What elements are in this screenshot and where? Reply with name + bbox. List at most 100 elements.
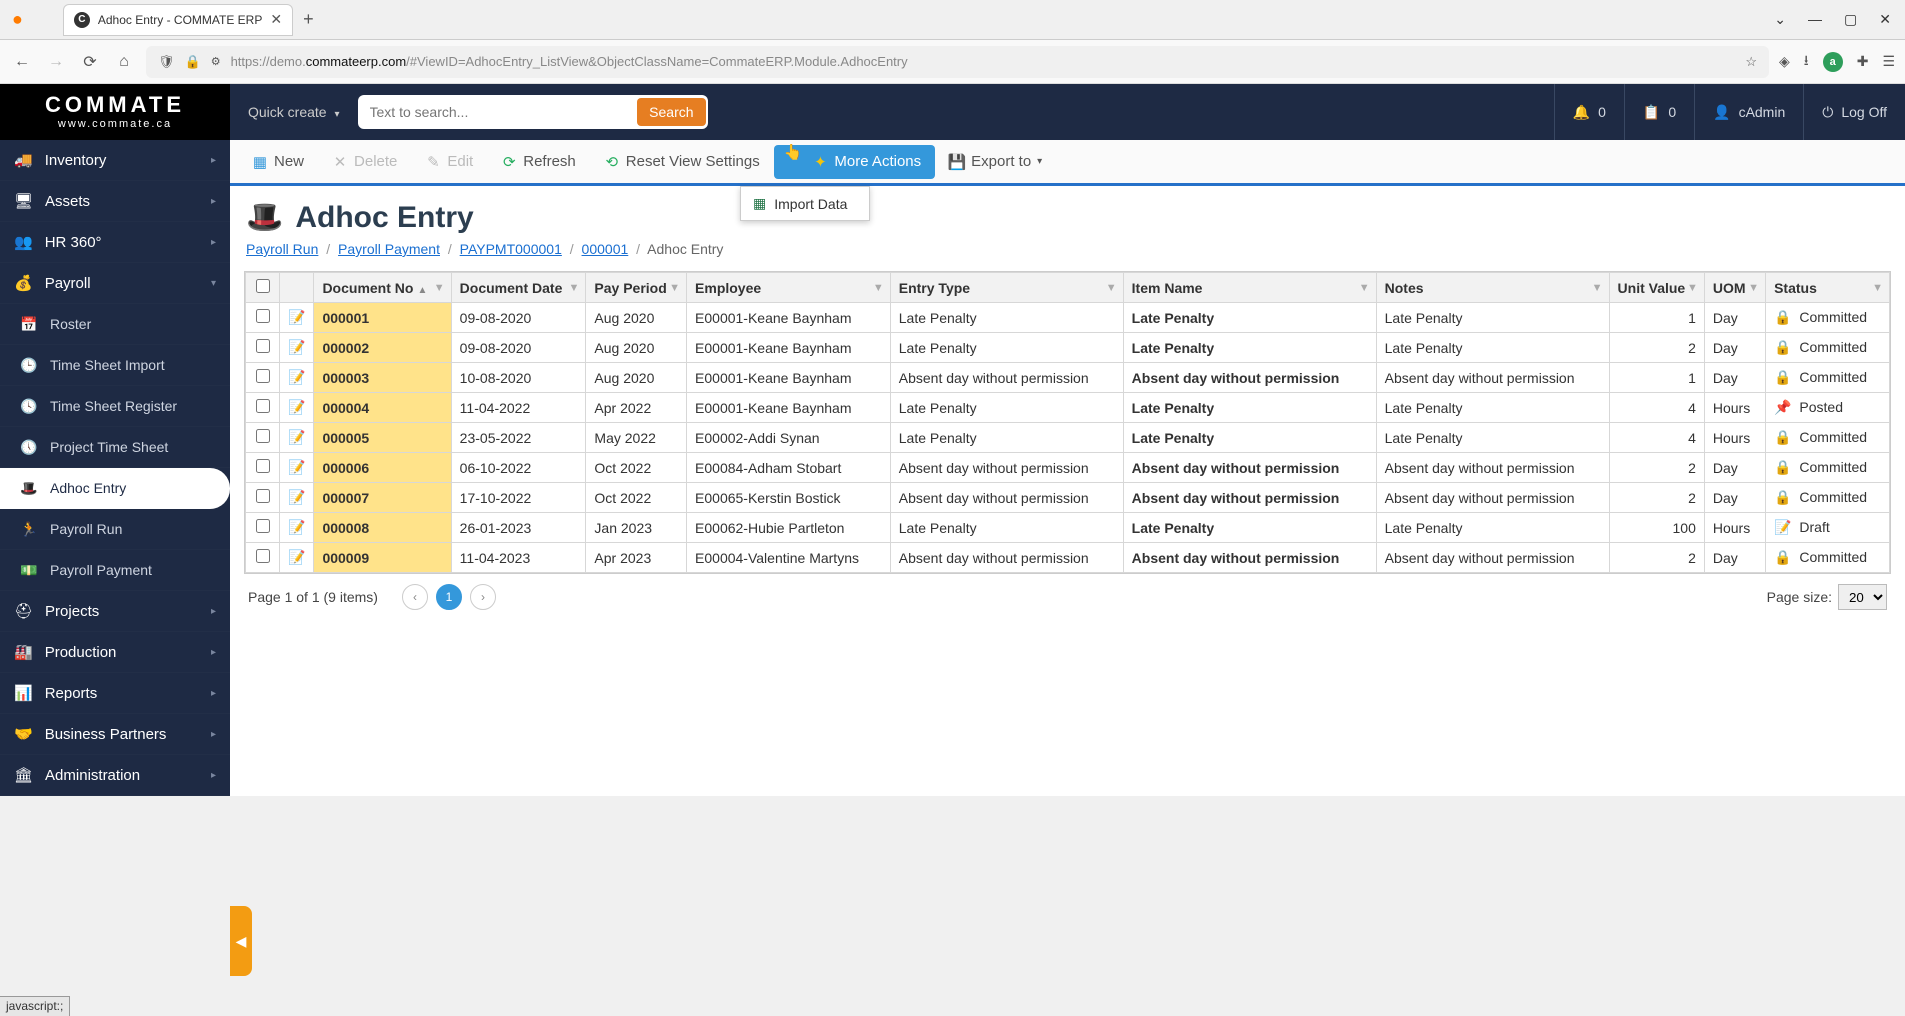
back-button[interactable]: ← (10, 53, 34, 71)
crumb-paypmt[interactable]: PAYPMT000001 (460, 241, 562, 257)
row-edit-button[interactable]: 📝 (280, 483, 314, 513)
row-edit-button[interactable]: 📝 (280, 423, 314, 453)
row-edit-button[interactable]: 📝 (280, 363, 314, 393)
more-actions-button[interactable]: 👆 ✦ More Actions (774, 145, 935, 179)
row-edit-button[interactable]: 📝 (280, 513, 314, 543)
new-button[interactable]: ▦ New (238, 145, 318, 178)
close-window-icon[interactable]: ✕ (1879, 11, 1891, 28)
table-row[interactable]: 📝00000411-04-2022Apr 2022E00001-Keane Ba… (246, 393, 1890, 423)
sidebar-collapse-toggle[interactable]: ◀ (230, 906, 252, 976)
sidebar-item-payroll[interactable]: 💰 Payroll ▾ (0, 263, 230, 304)
filter-icon[interactable]: ▼ (1106, 282, 1117, 294)
filter-icon[interactable]: ▼ (873, 282, 884, 294)
col-pay-period[interactable]: Pay Period▼ (586, 273, 687, 303)
crumb-payroll-payment[interactable]: Payroll Payment (338, 241, 440, 257)
reset-view-button[interactable]: ⟲ Reset View Settings (590, 145, 774, 178)
col-doc-date[interactable]: Document Date▼ (451, 273, 586, 303)
row-checkbox[interactable] (256, 339, 270, 353)
sidebar-item-timesheet-import[interactable]: 🕒 Time Sheet Import (0, 345, 230, 386)
filter-icon[interactable]: ▼ (1872, 282, 1883, 294)
filter-icon[interactable]: ▼ (1748, 282, 1759, 294)
sidebar-item-payroll-payment[interactable]: 💵 Payroll Payment (0, 550, 230, 591)
sidebar-item-business-partners[interactable]: 🤝 Business Partners ▸ (0, 714, 230, 755)
logoff-button[interactable]: ⏻ Log Off (1803, 84, 1905, 140)
search-button[interactable]: Search (637, 98, 705, 126)
row-checkbox[interactable] (256, 549, 270, 563)
sidebar-item-administration[interactable]: 🏛 Administration ▸ (0, 755, 230, 796)
sidebar-item-inventory[interactable]: 🚚 Inventory ▸ (0, 140, 230, 181)
browser-tab[interactable]: C Adhoc Entry - COMMATE ERP ✕ (63, 4, 293, 36)
row-edit-button[interactable]: 📝 (280, 393, 314, 423)
edit-button[interactable]: ✎ Edit (411, 145, 487, 178)
user-menu[interactable]: 👤 cAdmin (1694, 84, 1803, 140)
new-tab-button[interactable]: + (303, 9, 314, 30)
row-checkbox[interactable] (256, 369, 270, 383)
import-data-menuitem[interactable]: ▦ Import Data (741, 187, 869, 220)
table-row[interactable]: 📝00000523-05-2022May 2022E00002-Addi Syn… (246, 423, 1890, 453)
filter-icon[interactable]: ▼ (1687, 282, 1698, 294)
sidebar-item-payroll-run[interactable]: 🏃 Payroll Run (0, 509, 230, 550)
filter-icon[interactable]: ▼ (569, 282, 580, 294)
url-bar[interactable]: 🛡 🔒 ⚙ https://demo.commateerp.com/#ViewI… (146, 46, 1769, 78)
extension-icon[interactable]: a (1823, 52, 1843, 72)
crumb-payroll-run[interactable]: Payroll Run (246, 241, 318, 257)
table-row[interactable]: 📝00000109-08-2020Aug 2020E00001-Keane Ba… (246, 303, 1890, 333)
col-uom[interactable]: UOM▼ (1704, 273, 1765, 303)
col-doc-no[interactable]: Document No▲▼ (314, 273, 451, 303)
sidebar-item-project-timesheet[interactable]: 🕔 Project Time Sheet (0, 427, 230, 468)
table-row[interactable]: 📝00000911-04-2023Apr 2023E00004-Valentin… (246, 543, 1890, 573)
downloads-icon[interactable]: ⭳ (1804, 50, 1809, 74)
sidebar-item-adhoc-entry[interactable]: 🎩 Adhoc Entry (0, 468, 230, 509)
pager-page-1[interactable]: 1 (436, 584, 462, 610)
hamburger-menu-icon[interactable]: ☰ (1882, 53, 1895, 70)
table-row[interactable]: 📝00000310-08-2020Aug 2020E00001-Keane Ba… (246, 363, 1890, 393)
col-unit-value[interactable]: Unit Value▼ (1609, 273, 1704, 303)
col-employee[interactable]: Employee▼ (687, 273, 891, 303)
home-button[interactable]: ⌂ (112, 53, 136, 71)
maximize-icon[interactable]: ▢ (1844, 11, 1857, 28)
row-checkbox[interactable] (256, 489, 270, 503)
row-checkbox[interactable] (256, 459, 270, 473)
pocket-icon[interactable]: ◈ (1779, 53, 1790, 70)
sidebar-item-hr360[interactable]: 👥 HR 360° ▸ (0, 222, 230, 263)
search-input[interactable] (360, 104, 638, 120)
row-checkbox[interactable] (256, 309, 270, 323)
delete-button[interactable]: ✕ Delete (318, 145, 411, 178)
table-row[interactable]: 📝00000606-10-2022Oct 2022E00084-Adham St… (246, 453, 1890, 483)
notifications-button[interactable]: 🔔 0 (1554, 84, 1624, 140)
export-to-button[interactable]: 💾 Export to ▾ (935, 145, 1056, 178)
row-checkbox[interactable] (256, 429, 270, 443)
bookmark-star-icon[interactable]: ☆ (1745, 54, 1757, 70)
tab-close-icon[interactable]: ✕ (270, 11, 282, 28)
refresh-button[interactable]: ⟳ Refresh (487, 145, 590, 178)
filter-icon[interactable]: ▼ (1592, 282, 1603, 294)
col-entry-type[interactable]: Entry Type▼ (890, 273, 1123, 303)
crumb-doc[interactable]: 000001 (582, 241, 629, 257)
row-edit-button[interactable]: 📝 (280, 543, 314, 573)
reload-button[interactable]: ⟳ (78, 52, 102, 72)
filter-icon[interactable]: ▼ (434, 282, 445, 294)
forward-button[interactable]: → (44, 53, 68, 71)
pager-prev[interactable]: ‹ (402, 584, 428, 610)
row-edit-button[interactable]: 📝 (280, 453, 314, 483)
row-checkbox[interactable] (256, 399, 270, 413)
col-notes[interactable]: Notes▼ (1376, 273, 1609, 303)
table-row[interactable]: 📝00000209-08-2020Aug 2020E00001-Keane Ba… (246, 333, 1890, 363)
dropdown-icon[interactable]: ⌄ (1774, 11, 1786, 28)
sidebar-item-assets[interactable]: 🖥 Assets ▸ (0, 181, 230, 222)
app-logo[interactable]: COMMATE www.commate.ca (0, 84, 230, 140)
sidebar-item-projects[interactable]: ⛑ Projects ▸ (0, 591, 230, 632)
quick-create-button[interactable]: Quick create ▾ (230, 104, 358, 120)
minimize-icon[interactable]: — (1808, 11, 1822, 28)
row-checkbox[interactable] (256, 519, 270, 533)
filter-icon[interactable]: ▼ (669, 282, 680, 294)
pager-next[interactable]: › (470, 584, 496, 610)
clipboard-button[interactable]: 📋 0 (1624, 84, 1694, 140)
table-row[interactable]: 📝00000826-01-2023Jan 2023E00062-Hubie Pa… (246, 513, 1890, 543)
page-size-select[interactable]: 20 (1838, 584, 1887, 610)
sidebar-item-timesheet-register[interactable]: 🕓 Time Sheet Register (0, 386, 230, 427)
sidebar-item-roster[interactable]: 📅 Roster (0, 304, 230, 345)
extensions-puzzle-icon[interactable]: ✚ (1857, 53, 1869, 70)
col-status[interactable]: Status▼ (1766, 273, 1890, 303)
col-item-name[interactable]: Item Name▼ (1123, 273, 1376, 303)
